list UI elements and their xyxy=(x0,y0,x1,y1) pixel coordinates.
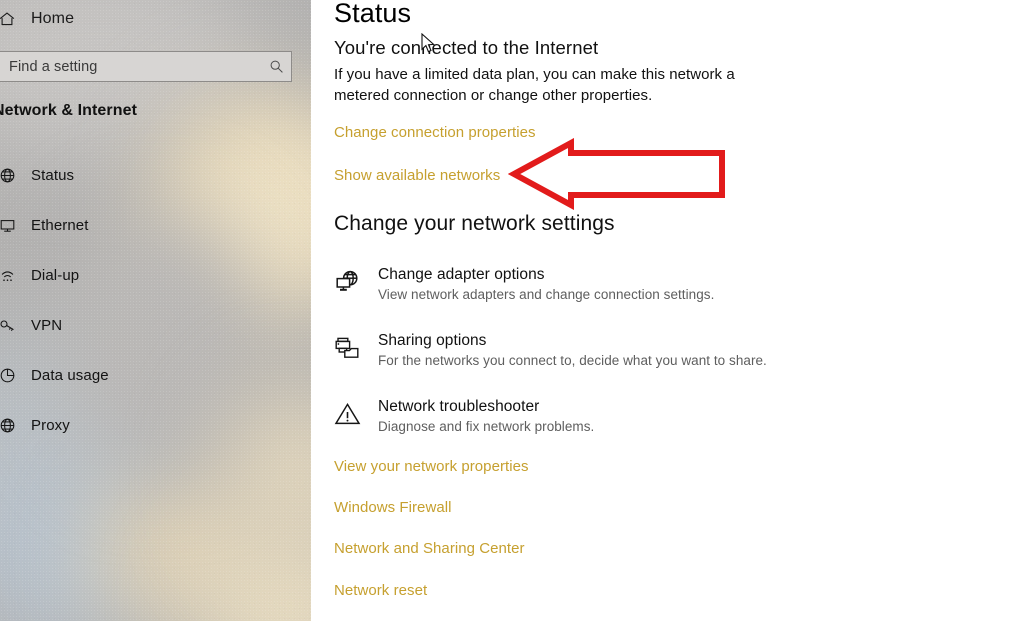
monitor-icon xyxy=(0,217,25,234)
sidebar-category-header: Network & Internet xyxy=(0,102,138,119)
link-network-and-sharing-center[interactable]: Network and Sharing Center xyxy=(334,540,525,557)
sharing-printer-folder-icon xyxy=(334,328,378,394)
setting-description: View network adapters and change connect… xyxy=(378,287,715,302)
search-icon[interactable] xyxy=(261,59,291,74)
network-settings-list: Change adapter options View network adap… xyxy=(334,262,994,460)
sidebar-home-item[interactable]: Home xyxy=(0,4,189,34)
sidebar-item-status[interactable]: Status xyxy=(0,160,300,190)
piechart-icon xyxy=(0,367,25,384)
setting-title: Sharing options xyxy=(378,332,487,349)
section-title-change-network-settings: Change your network settings xyxy=(334,212,615,235)
home-icon xyxy=(0,10,25,28)
sidebar-item-label: Dial-up xyxy=(31,266,80,284)
globe-icon xyxy=(0,167,25,184)
globe-icon xyxy=(0,417,25,434)
sidebar-item-vpn[interactable]: VPN xyxy=(0,310,300,340)
connection-status-text: You're connected to the Internet xyxy=(334,37,599,58)
sidebar-item-proxy[interactable]: Proxy xyxy=(0,410,300,440)
setting-row-sharing-options[interactable]: Sharing options For the networks you con… xyxy=(334,328,994,394)
sidebar-item-data-usage[interactable]: Data usage xyxy=(0,360,300,390)
main-content-pane: Status You're connected to the Internet … xyxy=(311,0,1024,621)
sidebar-item-dialup[interactable]: Dial-up xyxy=(0,260,300,290)
dialup-icon xyxy=(0,267,25,284)
link-show-available-networks[interactable]: Show available networks xyxy=(334,167,500,184)
setting-row-change-adapter-options[interactable]: Change adapter options View network adap… xyxy=(334,262,994,328)
network-adapter-icon xyxy=(334,262,378,328)
sidebar-item-label: Data usage xyxy=(31,366,109,384)
link-change-connection-properties[interactable]: Change connection properties xyxy=(334,124,536,141)
sidebar-item-label: Proxy xyxy=(31,416,70,434)
setting-description: For the networks you connect to, decide … xyxy=(378,353,767,368)
setting-row-network-troubleshooter[interactable]: Network troubleshooter Diagnose and fix … xyxy=(334,394,994,460)
setting-title: Network troubleshooter xyxy=(378,398,540,415)
page-title: Status xyxy=(334,0,412,28)
search-input[interactable]: Find a setting xyxy=(0,59,261,75)
sidebar-item-label: VPN xyxy=(31,316,63,334)
settings-sidebar: Home Find a setting Network & Internet S… xyxy=(0,0,311,621)
sidebar-item-label: Status xyxy=(31,166,75,184)
search-setting-box[interactable]: Find a setting xyxy=(0,51,292,82)
warning-triangle-icon xyxy=(334,394,378,460)
connection-description-text: If you have a limited data plan, you can… xyxy=(334,66,735,104)
setting-description: Diagnose and fix network problems. xyxy=(378,419,595,434)
link-view-your-network-properties[interactable]: View your network properties xyxy=(334,458,529,475)
vpn-key-icon xyxy=(0,317,25,334)
sidebar-nav-list: Status Ethernet Dial-up VPN Data usage P… xyxy=(0,160,300,460)
link-windows-firewall[interactable]: Windows Firewall xyxy=(334,499,452,516)
link-network-reset[interactable]: Network reset xyxy=(334,582,427,599)
setting-title: Change adapter options xyxy=(378,266,545,283)
sidebar-item-ethernet[interactable]: Ethernet xyxy=(0,210,300,240)
settings-window: Home Find a setting Network & Internet S… xyxy=(0,0,1024,621)
sidebar-item-label: Ethernet xyxy=(31,216,89,234)
sidebar-home-label: Home xyxy=(31,10,75,27)
